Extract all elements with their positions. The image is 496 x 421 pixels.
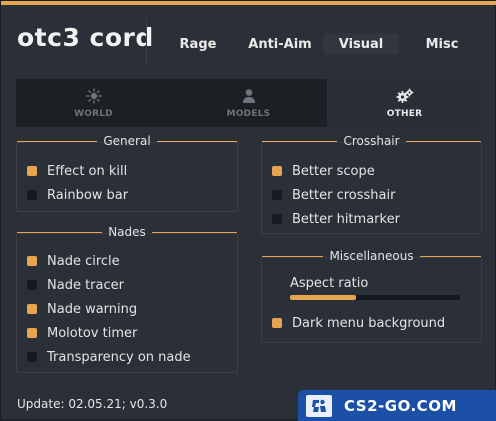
checkbox-box: [272, 166, 282, 176]
checkbox-label: Effect on kill: [47, 163, 128, 179]
checkbox-label: Nade warning: [47, 301, 138, 317]
checkbox-box: [27, 328, 37, 338]
checkbox-label: Nade tracer: [47, 277, 124, 293]
group-nades: Nades Nade circle Nade tracer Nade warni…: [16, 225, 238, 373]
aspect-ratio-label: Aspect ratio: [290, 276, 369, 291]
tab-misc[interactable]: Misc: [417, 33, 467, 55]
group-general-title: General: [17, 134, 238, 148]
checkbox-label: Better crosshair: [292, 187, 396, 203]
aspect-ratio-slider-fill: [290, 295, 357, 300]
checkbox-label: Nade circle: [47, 253, 120, 269]
person-icon: [241, 87, 257, 105]
checkbox-better-scope[interactable]: Better scope: [272, 163, 375, 179]
title-divider: [146, 19, 147, 65]
group-nades-title: Nades: [17, 225, 237, 239]
watermark-text: CS2-GO.COM: [344, 396, 457, 415]
checkbox-nade-tracer[interactable]: Nade tracer: [27, 277, 124, 293]
group-general: General Effect on kill Rainbow bar: [16, 134, 238, 212]
group-crosshair-title: Crosshair: [262, 134, 481, 148]
checkbox-box: [27, 166, 37, 176]
gears-icon: [396, 87, 414, 105]
checkbox-label: Molotov timer: [47, 325, 138, 341]
tab-visual[interactable]: Visual: [323, 33, 399, 55]
checkbox-label: Transparency on nade: [47, 349, 191, 365]
version-footer: Update: 02.05.21; v0.3.0: [17, 397, 168, 411]
checkbox-box: [27, 256, 37, 266]
subtab-world-label: WORLD: [74, 109, 113, 119]
checkbox-label: Rainbow bar: [47, 187, 129, 203]
checkbox-better-crosshair[interactable]: Better crosshair: [272, 187, 395, 203]
cs-logo-icon: [306, 394, 332, 417]
checkbox-box: [27, 352, 37, 362]
checkbox-better-hitmarker[interactable]: Better hitmarker: [272, 211, 400, 227]
checkbox-label: Better scope: [292, 163, 375, 179]
checkbox-molotov-timer[interactable]: Molotov timer: [27, 325, 137, 341]
aspect-ratio-slider[interactable]: [290, 295, 460, 300]
checkbox-label: Dark menu background: [292, 315, 446, 331]
checkbox-box: [272, 214, 282, 224]
group-misc-title: Miscellaneous: [262, 249, 482, 263]
subtab-bar: WORLD MODELS OTHER: [16, 79, 482, 127]
subtab-world[interactable]: WORLD: [16, 79, 171, 127]
tab-rage[interactable]: Rage: [173, 33, 223, 55]
group-crosshair: Crosshair Better scope Better crosshair …: [261, 134, 482, 234]
checkbox-nade-circle[interactable]: Nade circle: [27, 253, 120, 269]
checkbox-box: [27, 304, 37, 314]
subtab-other-label: OTHER: [386, 109, 423, 119]
group-miscellaneous: Miscellaneous Aspect ratio Dark menu bac…: [261, 249, 482, 343]
checkbox-transparency-on-nade[interactable]: Transparency on nade: [27, 349, 191, 365]
accent-bar: [1, 1, 496, 5]
sun-icon: [85, 87, 102, 105]
checkbox-box: [272, 318, 282, 328]
checkbox-box: [27, 280, 37, 290]
checkbox-rainbow-bar[interactable]: Rainbow bar: [27, 187, 128, 203]
checkbox-dark-menu-background[interactable]: Dark menu background: [272, 315, 445, 331]
subtab-other[interactable]: OTHER: [327, 79, 482, 127]
checkbox-label: Better hitmarker: [292, 211, 400, 227]
tab-anti-aim[interactable]: Anti-Aim: [245, 33, 315, 55]
checkbox-effect-on-kill[interactable]: Effect on kill: [27, 163, 127, 179]
watermark-banner: CS2-GO.COM: [298, 390, 496, 421]
checkbox-nade-warning[interactable]: Nade warning: [27, 301, 137, 317]
menu-window: otc3 cord Rage Anti-Aim Visual Misc WORL…: [0, 0, 496, 421]
checkbox-box: [272, 190, 282, 200]
subtab-models[interactable]: MODELS: [171, 79, 326, 127]
subtab-models-label: MODELS: [226, 109, 271, 119]
checkbox-box: [27, 190, 37, 200]
app-title: otc3 cord: [17, 23, 154, 52]
